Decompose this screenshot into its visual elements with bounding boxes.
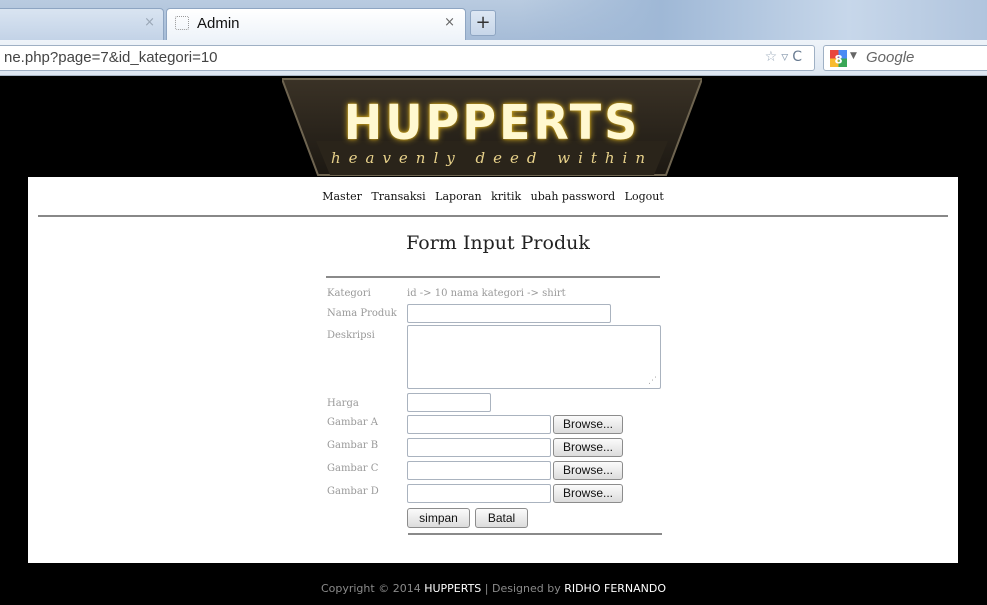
site-footer: Copyright © 2014 HUPPERTS | Designed by … bbox=[0, 582, 987, 595]
form-divider-bottom bbox=[408, 533, 662, 535]
menu-item-kritik[interactable]: kritik bbox=[491, 190, 521, 203]
harga-input[interactable] bbox=[407, 393, 491, 412]
search-engine-dropdown-icon[interactable]: ▼ bbox=[850, 51, 857, 61]
footer-author: RIDHO FERNANDO bbox=[564, 582, 667, 595]
tab-close-icon[interactable]: × bbox=[444, 15, 455, 30]
gambar-a-file-input[interactable] bbox=[407, 415, 551, 434]
menu-divider bbox=[38, 215, 948, 217]
footer-copyright: Copyright © 2014 bbox=[320, 582, 425, 595]
site-banner: HUPPERTS heavenly deed within bbox=[0, 77, 987, 177]
batal-button[interactable]: Batal bbox=[475, 508, 528, 528]
nama-produk-input[interactable] bbox=[407, 304, 611, 323]
menu-item-master[interactable]: Master bbox=[322, 190, 362, 203]
search-engine-name[interactable]: Google bbox=[866, 49, 914, 66]
history-dropdown-icon[interactable]: ▿ bbox=[781, 49, 792, 65]
admin-menu: Master Transaksi Laporan kritik ubah pas… bbox=[28, 190, 958, 203]
form-divider-top bbox=[326, 276, 660, 278]
footer-brand: HUPPERTS bbox=[424, 582, 482, 595]
gambar-b-browse-button[interactable]: Browse... bbox=[553, 438, 623, 457]
search-bar[interactable]: 8 ▼ Google bbox=[823, 45, 987, 71]
browser-navigation-bar: ne.php?page=7&id_kategori=10 ☆▿C 8 ▼ Goo… bbox=[0, 40, 987, 76]
simpan-button[interactable]: simpan bbox=[407, 508, 470, 528]
menu-item-logout[interactable]: Logout bbox=[625, 190, 664, 203]
gambar-a-browse-button[interactable]: Browse... bbox=[553, 415, 623, 434]
gambar-a-label: Gambar A bbox=[327, 417, 378, 428]
logo-wordmark: HUPPERTS bbox=[343, 93, 641, 151]
address-bar[interactable]: ne.php?page=7&id_kategori=10 ☆▿C bbox=[0, 45, 815, 71]
deskripsi-textarea[interactable]: ⋰ bbox=[407, 325, 661, 389]
nama-produk-label: Nama Produk bbox=[327, 308, 397, 319]
google-icon[interactable]: 8 bbox=[830, 50, 847, 67]
window-titlebar-glass bbox=[520, 0, 987, 40]
menu-item-transaksi[interactable]: Transaksi bbox=[371, 190, 425, 203]
page-title: Form Input Produk bbox=[406, 232, 590, 254]
resize-grip-icon[interactable]: ⋰ bbox=[648, 376, 657, 386]
gambar-c-browse-button[interactable]: Browse... bbox=[553, 461, 623, 480]
main-content: Master Transaksi Laporan kritik ubah pas… bbox=[28, 177, 958, 563]
harga-label: Harga bbox=[327, 398, 359, 409]
browser-tab-active[interactable]: Admin × bbox=[166, 8, 466, 40]
menu-item-laporan[interactable]: Laporan bbox=[435, 190, 481, 203]
gambar-d-label: Gambar D bbox=[327, 486, 379, 497]
bookmark-star-icon[interactable]: ☆ bbox=[765, 49, 782, 65]
site-logo: HUPPERTS heavenly deed within bbox=[282, 77, 702, 177]
gambar-d-browse-button[interactable]: Browse... bbox=[553, 484, 623, 503]
page-favicon-icon bbox=[175, 16, 189, 30]
new-tab-button[interactable]: + bbox=[470, 10, 496, 36]
deskripsi-label: Deskripsi bbox=[327, 330, 375, 341]
tab-title: Admin bbox=[197, 15, 240, 32]
kategori-label: Kategori bbox=[327, 288, 371, 299]
tab-close-icon[interactable]: × bbox=[144, 15, 155, 30]
gambar-d-file-input[interactable] bbox=[407, 484, 551, 503]
kategori-value: id -> 10 nama kategori -> shirt bbox=[407, 288, 566, 299]
address-bar-url[interactable]: ne.php?page=7&id_kategori=10 bbox=[4, 49, 218, 66]
svg-text:8: 8 bbox=[834, 52, 842, 66]
gambar-b-label: Gambar B bbox=[327, 440, 379, 451]
logo-tagline: heavenly deed within bbox=[330, 149, 654, 167]
browser-tab-previous[interactable]: × bbox=[0, 8, 164, 40]
menu-item-ubah-password[interactable]: ubah password bbox=[531, 190, 616, 203]
reload-icon[interactable]: C bbox=[792, 49, 806, 65]
gambar-b-file-input[interactable] bbox=[407, 438, 551, 457]
browser-tab-bar: × Admin × + bbox=[0, 0, 987, 40]
gambar-c-label: Gambar C bbox=[327, 463, 379, 474]
gambar-c-file-input[interactable] bbox=[407, 461, 551, 480]
footer-designed-by: | Designed by bbox=[481, 582, 565, 595]
